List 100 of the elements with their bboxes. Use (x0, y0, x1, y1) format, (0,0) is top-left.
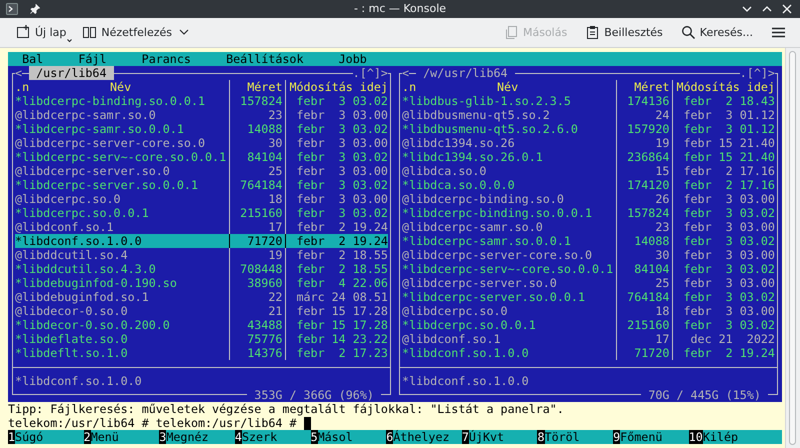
file-size: 22 (267, 290, 282, 304)
file-row[interactable]: @libdcerpc-server-core.so.0 30 febr 3 03.00 (402, 248, 775, 262)
file-row[interactable]: @libdc1394.so.26 19 febr 15 21.40 (402, 136, 775, 150)
scrollbar[interactable] (785, 48, 800, 448)
panel-path[interactable]: /usr/lib64 (29, 66, 114, 80)
file-row[interactable]: *libdcerpc-server.so.0.0.1 764184 febr 3 03.02 (402, 290, 775, 304)
file-name: *libdcerpc-server.so.0.0.1 (15, 178, 199, 192)
file-date: febr 3 03.02 (682, 262, 775, 276)
file-size: 215160 (239, 206, 282, 220)
column-header: Módosítás idej (676, 80, 775, 94)
file-row[interactable]: *libdbusmenu-qt5.so.2.6.0 157920 febr 3 01.12 (402, 122, 775, 136)
file-size: 764184 (626, 290, 670, 304)
file-row[interactable]: *libdconf.so.1.0.0 71720 febr 2 19.24 (15, 234, 388, 248)
menu-item[interactable]: Fájl (64, 52, 121, 66)
file-row[interactable]: *libdecor-0.so.0.200.0 43488 febr 15 17.28 (15, 318, 388, 332)
file-row[interactable]: *libdcerpc-serv~-core.so.0.0.1 84104 febr 3 03.02 (15, 150, 388, 164)
file-row[interactable]: *libdcerpc-binding.so.0.0.1 157824 febr 3 03.02 (402, 206, 775, 220)
file-size: 38960 (246, 276, 282, 290)
file-row[interactable]: *libddcutil.so.4.3.0 708448 febr 2 18.55 (15, 262, 388, 276)
menu-item[interactable]: Bal (8, 52, 58, 66)
selected-file-info: *libdconf.so.1.0.0 (15, 374, 142, 388)
search-icon (680, 25, 696, 40)
file-size: 19 (267, 248, 282, 262)
file-row[interactable]: @libdcerpc-samr.so.0 23 febr 3 03.00 (402, 220, 775, 234)
file-row[interactable]: *libdcerpc-binding.so.0.0.1 157824 febr 3 03.02 (15, 94, 388, 108)
file-row[interactable]: @libdca.so.0 15 febr 2 17.16 (402, 164, 775, 178)
file-name: *libdbus-glib-1.so.2.3.5 (402, 94, 572, 108)
file-date: febr 3 03.00 (682, 192, 775, 206)
file-name: @libdcerpc-binding.so.0 (402, 192, 565, 206)
file-name: *libdcerpc-binding.so.0.0.1 (15, 94, 206, 108)
file-date: febr 3 03.02 (682, 290, 775, 304)
file-row[interactable]: @libdcerpc-samr.so.0 23 febr 3 03.00 (15, 108, 388, 122)
file-date: febr 14 23.22 (295, 332, 388, 346)
file-date: febr 3 03.00 (682, 304, 775, 318)
paste-button[interactable]: Beillesztés (581, 22, 667, 43)
file-date: febr 15 17.28 (295, 318, 388, 332)
file-date: febr 3 03.00 (295, 136, 388, 150)
scrollbar-thumb[interactable] (789, 51, 796, 445)
file-date: febr 3 03.00 (682, 248, 775, 262)
file-size: 18 (654, 304, 670, 318)
file-size: 30 (654, 248, 670, 262)
file-row[interactable]: *libdcerpc.so.0.0.1 215160 febr 3 03.02 (15, 206, 388, 220)
file-row[interactable]: *libdebuginfod-0.190.so 38960 febr 4 22.06 (15, 276, 388, 290)
split-view-icon (82, 25, 98, 40)
file-row[interactable]: @libdcerpc.so.0 18 febr 3 03.00 (15, 192, 388, 206)
search-button[interactable]: Keresés... (676, 22, 757, 43)
split-view-button[interactable]: Nézetfelezés (78, 22, 194, 43)
file-row[interactable]: @libdcerpc-server.so.0 25 febr 3 03.00 (15, 164, 388, 178)
file-name: @libdebuginfod.so.1 (15, 290, 150, 304)
file-row[interactable]: @libdbusmenu-qt5.so.2 24 febr 3 01.12 (402, 108, 775, 122)
file-date: febr 3 03.02 (682, 318, 775, 332)
file-row[interactable]: *libdeflt.so.1.0 14376 febr 2 17.23 (15, 346, 388, 360)
file-row[interactable]: *libdcerpc-server.so.0.0.1 764184 febr 3 03.02 (15, 178, 388, 192)
panel-path[interactable]: /w/usr/lib64 (416, 66, 515, 80)
file-date: febr 15 21.40 (682, 150, 775, 164)
file-row[interactable]: *libdcerpc-samr.so.0.0.1 14088 febr 3 03.02 (15, 122, 388, 136)
file-row[interactable]: *libdcerpc.so.0.0.1 215160 febr 3 03.02 (402, 318, 775, 332)
file-name: *libdca.so.0.0.0 (402, 178, 516, 192)
menu-item[interactable]: Parancs (128, 52, 205, 66)
file-date: febr 3 03.00 (295, 164, 388, 178)
file-date: febr 2 19.24 (682, 346, 775, 360)
file-row[interactable]: *libdcerpc-samr.so.0.0.1 14088 febr 3 03.02 (402, 234, 775, 248)
file-row[interactable]: @libdconf.so.1 17 dec 21 2022 (402, 332, 775, 346)
file-name: *libddcutil.so.4.3.0 (15, 262, 157, 276)
file-date: febr 15 21.40 (682, 136, 775, 150)
file-row[interactable]: *libdca.so.0.0.0 174120 febr 2 17.16 (402, 178, 775, 192)
column-header: Méret (633, 80, 670, 94)
new-tab-button[interactable]: Új lap (12, 22, 70, 43)
file-row[interactable]: @libdcerpc-binding.so.0 26 febr 3 03.00 (402, 192, 775, 206)
file-date: febr 2 19.24 (295, 234, 388, 248)
file-row[interactable]: *libdconf.so.1.0.0 71720 febr 2 19.24 (402, 346, 775, 360)
menu-item[interactable]: Beállítások (212, 52, 318, 66)
file-name: *libdconf.so.1.0.0 (15, 234, 143, 248)
file-row[interactable]: @libdcerpc-server.so.0 25 febr 3 03.00 (402, 276, 775, 290)
selected-file-info: *libdconf.so.1.0.0 (402, 374, 529, 388)
menu-item[interactable]: Jobb (324, 52, 381, 66)
panel-history-button[interactable]: .[^]> (352, 66, 388, 80)
file-row[interactable]: @libdebuginfod.so.1 22 márc 24 08.51 (15, 290, 388, 304)
file-date: febr 3 03.02 (295, 206, 388, 220)
command-prompt: telekom:/usr/lib64 # telekom:/usr/lib64 # (8, 416, 296, 430)
file-row[interactable]: @libddcutil.so.4 19 febr 2 18.55 (15, 248, 388, 262)
file-row[interactable]: @libdcerpc-server-core.so.0 30 febr 3 03.00 (15, 136, 388, 150)
clipboard-icon (585, 25, 600, 40)
file-size: 25 (654, 276, 670, 290)
file-row[interactable]: @libdconf.so.1 17 febr 2 19.24 (15, 220, 388, 234)
file-row[interactable]: *libdbus-glib-1.so.2.3.5 174136 febr 2 18.43 (402, 94, 775, 108)
file-row[interactable]: *libdc1394.so.26.0.1 236864 febr 15 21.40 (402, 150, 775, 164)
panel-history-button[interactable]: .[^]> (740, 66, 775, 80)
file-row[interactable]: @libdecor-0.so.0 21 febr 15 17.28 (15, 304, 388, 318)
file-row[interactable]: *libdeflate.so.0 75776 febr 14 23.22 (15, 332, 388, 346)
file-size: 236864 (626, 150, 670, 164)
file-row[interactable]: *libdcerpc-serv~-core.so.0.0.1 84104 febr 3 03.02 (402, 262, 775, 276)
file-name: *libdcerpc-binding.so.0.0.1 (402, 206, 594, 220)
file-size: 25 (267, 164, 282, 178)
file-name: @libdconf.so.1 (402, 332, 502, 346)
file-row[interactable]: @libdcerpc.so.0 18 febr 3 03.00 (402, 304, 775, 318)
window-title: - : mc — Konsole (354, 2, 446, 15)
file-size: 19 (654, 136, 670, 150)
column-header: .n (15, 80, 30, 94)
pin-icon[interactable] (30, 4, 40, 14)
